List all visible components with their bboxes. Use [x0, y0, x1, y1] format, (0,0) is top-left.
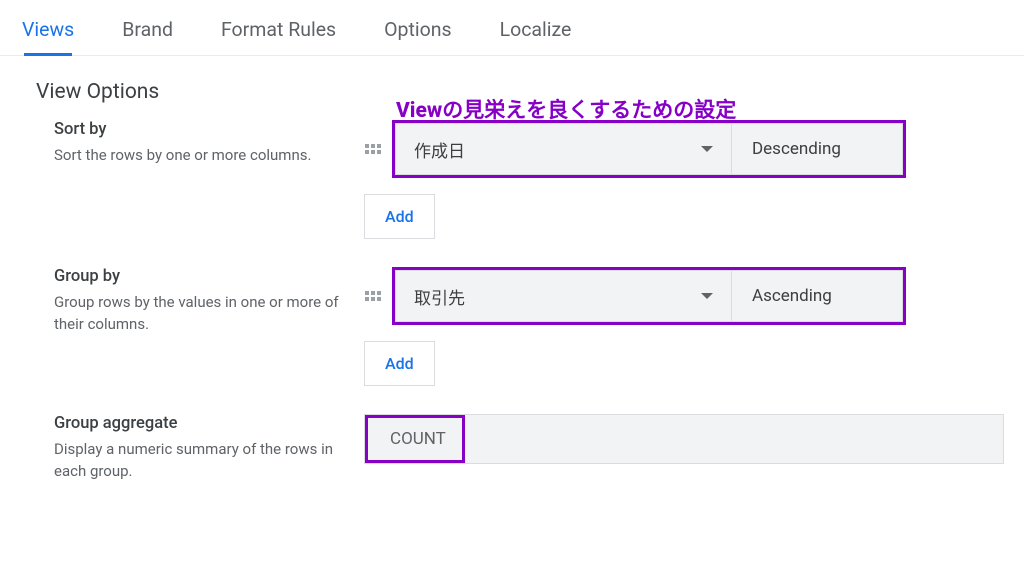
sort-by-add-button[interactable]: Add [364, 194, 435, 239]
sort-by-field-select[interactable]: 作成日 [395, 123, 731, 175]
sort-by-highlight: 作成日 Descending [392, 120, 906, 178]
tab-localize[interactable]: Localize [500, 18, 572, 55]
annotation-text: Viewの見栄えを良くするための設定 [396, 94, 736, 124]
group-by-add-button[interactable]: Add [364, 341, 435, 386]
group-agg-controls: COUNT [364, 414, 1004, 464]
sort-by-order-select[interactable]: Descending [731, 123, 903, 175]
group-by-desc: Group rows by the values in one or more … [54, 292, 346, 336]
group-agg-highlight: COUNT [365, 415, 465, 463]
group-by-order-select[interactable]: Ascending [731, 270, 903, 322]
group-agg-block: Group aggregate Display a numeric summar… [36, 414, 988, 483]
drag-handle-icon[interactable] [364, 287, 382, 305]
group-by-field-value: 取引先 [414, 284, 465, 309]
group-agg-value: COUNT [390, 429, 446, 449]
chevron-down-icon [701, 293, 713, 299]
group-agg-labels: Group aggregate Display a numeric summar… [36, 414, 346, 483]
group-agg-select[interactable]: COUNT [364, 414, 1004, 464]
sort-by-block: Sort by Sort the rows by one or more col… [36, 120, 988, 259]
sort-by-chip-row: 作成日 Descending [364, 120, 988, 178]
drag-handle-icon[interactable] [364, 140, 382, 158]
tab-format-rules[interactable]: Format Rules [221, 18, 336, 55]
sort-by-title: Sort by [54, 120, 346, 139]
group-agg-desc: Display a numeric summary of the rows in… [54, 439, 346, 483]
chevron-down-icon [701, 146, 713, 152]
sort-by-labels: Sort by Sort the rows by one or more col… [36, 120, 346, 167]
group-by-highlight: 取引先 Ascending [392, 267, 906, 325]
group-by-chip-row: 取引先 Ascending [364, 267, 988, 325]
sort-by-field-value: 作成日 [414, 137, 465, 162]
tab-views[interactable]: Views [22, 18, 74, 55]
group-by-block: Group by Group rows by the values in one… [36, 267, 988, 406]
group-by-field-select[interactable]: 取引先 [395, 270, 731, 322]
tab-options[interactable]: Options [384, 18, 451, 55]
group-by-labels: Group by Group rows by the values in one… [36, 267, 346, 336]
sort-by-order-value: Descending [752, 139, 841, 159]
sort-by-desc: Sort the rows by one or more columns. [54, 145, 346, 167]
sort-by-controls: 作成日 Descending Add [364, 120, 988, 259]
group-agg-title: Group aggregate [54, 414, 346, 433]
group-by-order-value: Ascending [752, 286, 832, 306]
group-by-title: Group by [54, 267, 346, 286]
group-by-controls: 取引先 Ascending Add [364, 267, 988, 406]
tabs-bar: Views Brand Format Rules Options Localiz… [0, 0, 1024, 56]
tab-brand[interactable]: Brand [122, 18, 173, 55]
